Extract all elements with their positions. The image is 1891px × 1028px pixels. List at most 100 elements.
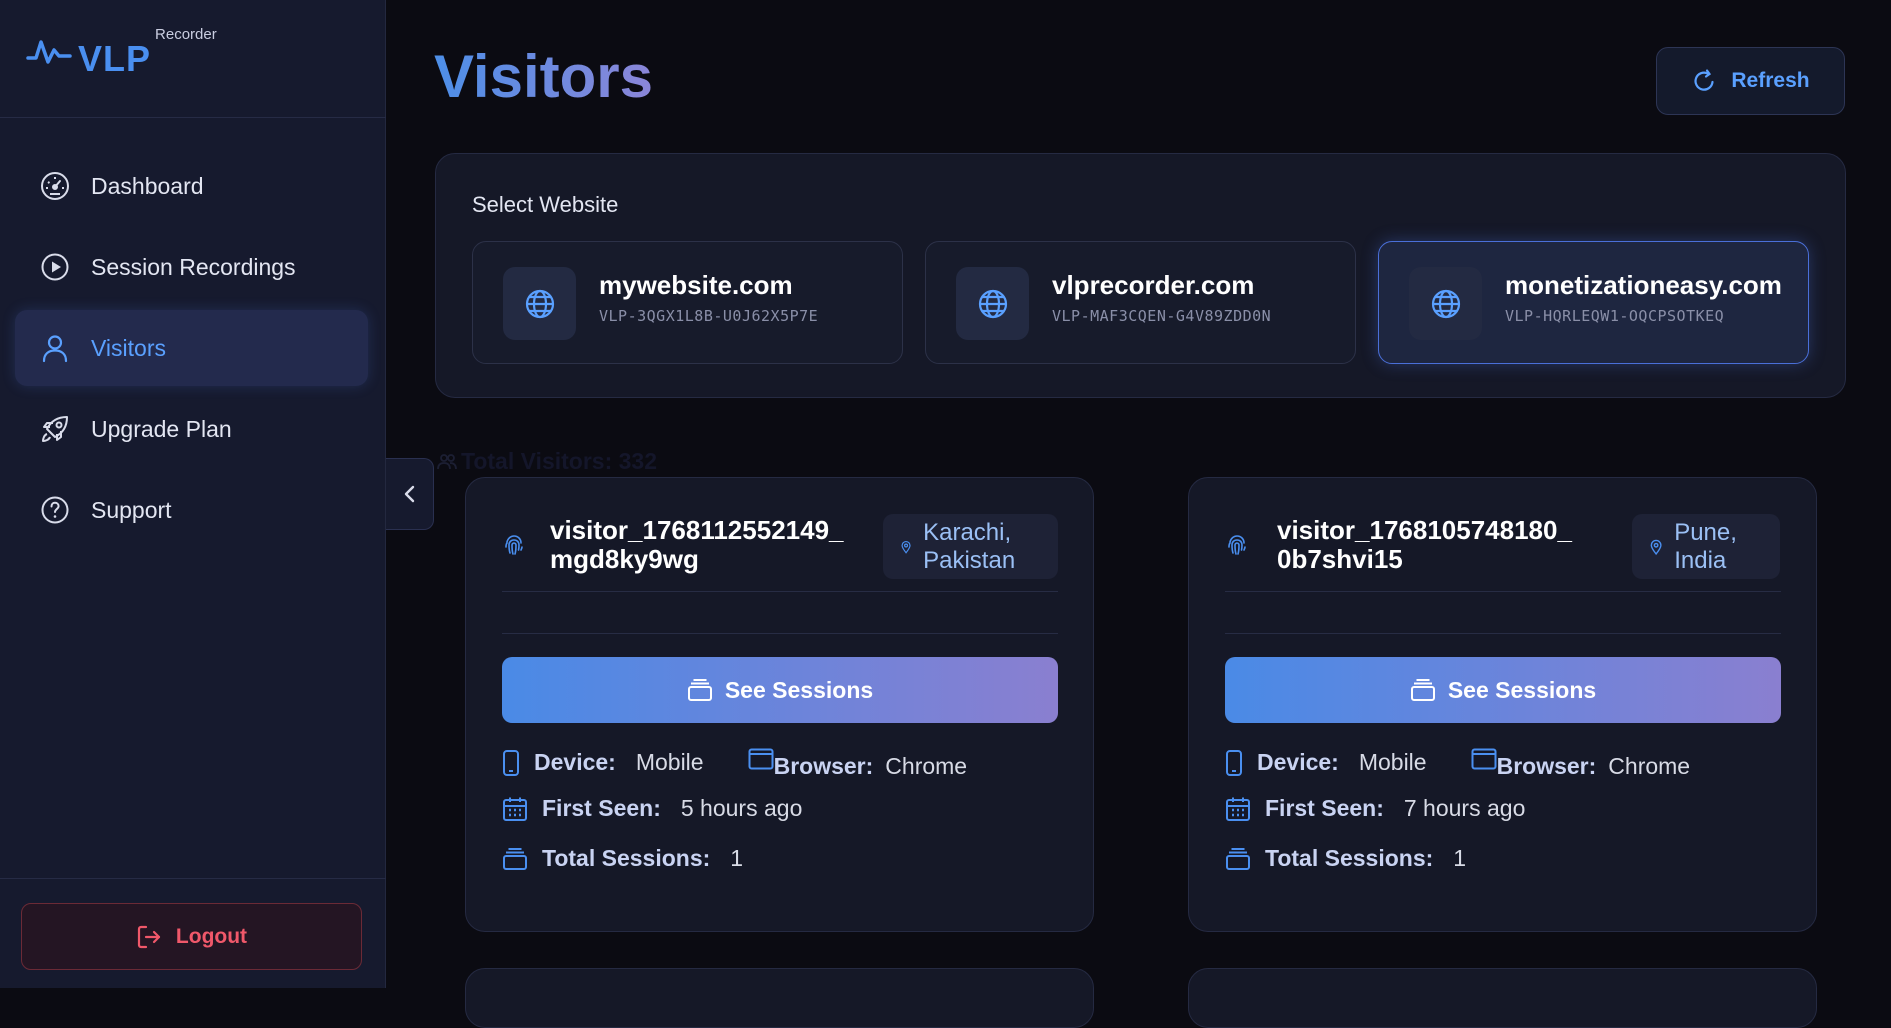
map-pin-icon [1650, 539, 1662, 555]
browser-label: Browser: [773, 753, 874, 779]
map-pin-icon [901, 540, 911, 554]
first-seen-label: First Seen: [1265, 795, 1384, 821]
fingerprint-icon [505, 535, 523, 555]
chevron-left-icon [404, 485, 414, 503]
location-badge: Karachi, Pakistan [883, 514, 1058, 579]
fingerprint-icon [1228, 535, 1246, 555]
first-seen-value: 5 hours ago [680, 795, 803, 821]
rocket-icon [39, 413, 71, 445]
location-badge: Pune, India [1632, 514, 1780, 579]
smartphone-icon [1226, 749, 1242, 776]
visitor-card: visitor_1768105748180_0b7shvi15 Pune, In… [1188, 477, 1817, 932]
calendar-icon [503, 797, 527, 821]
sidebar-item-label: Upgrade Plan [91, 415, 232, 442]
logo-subtitle: Recorder [155, 26, 217, 43]
sidebar-item-support[interactable]: Support [15, 472, 368, 548]
sidebar-item-dashboard[interactable]: Dashboard [15, 148, 368, 224]
total-sessions-row: Total Sessions: 1 [1225, 845, 1466, 872]
website-card-selected[interactable]: monetizationeasy.com VLP-HQRLEQW1-OQCPSO… [1378, 241, 1809, 364]
website-card[interactable]: mywebsite.com VLP-3QGX1L8B-U0J62X5P7E [472, 241, 903, 364]
first-seen-label: First Seen: [542, 795, 661, 821]
refresh-label: Refresh [1731, 69, 1810, 92]
calendar-icon [1226, 797, 1250, 821]
first-seen-row: First Seen: 5 hours ago [502, 795, 802, 822]
collapse-sidebar-button[interactable] [386, 458, 434, 530]
logout-button[interactable]: Logout [21, 903, 362, 970]
website-key: VLP-3QGX1L8B-U0J62X5P7E [599, 307, 819, 325]
total-sessions-value: 1 [730, 845, 744, 871]
refresh-button[interactable]: Refresh [1656, 47, 1845, 115]
layers-icon [1226, 847, 1250, 870]
browser-value: Chrome [885, 753, 968, 779]
visitor-card: visitor_1768112552149_mgd8ky9wg Karachi,… [465, 477, 1094, 932]
browser-window-icon [748, 748, 774, 769]
help-circle-icon [39, 494, 71, 526]
total-sessions-value: 1 [1453, 845, 1467, 871]
location-text: Pune, India [1674, 518, 1737, 574]
sidebar: VLP Recorder Dashboard Session Recording… [0, 0, 386, 988]
device-browser-row: Device: Mobile Browser: Chrome [502, 745, 967, 780]
device-browser-row: Device: Mobile Browser: Chrome [1225, 745, 1690, 780]
device-value: Mobile [635, 749, 704, 775]
app-logo[interactable]: VLP Recorder [26, 26, 217, 79]
layers-icon [687, 679, 712, 701]
browser-label: Browser: [1496, 753, 1597, 779]
see-sessions-label: See Sessions [724, 676, 874, 703]
browser-window-icon [1471, 748, 1497, 769]
total-sessions-row: Total Sessions: 1 [502, 845, 743, 872]
website-key: VLP-HQRLEQW1-OQCPSOTKEQ [1505, 307, 1725, 325]
device-label: Device: [1257, 749, 1339, 775]
sidebar-item-label: Visitors [91, 334, 166, 361]
see-sessions-button[interactable]: See Sessions [1225, 657, 1781, 723]
play-circle-icon [39, 251, 71, 283]
first-seen-value: 7 hours ago [1403, 795, 1526, 821]
smartphone-icon [503, 749, 519, 776]
card-divider [502, 591, 1058, 592]
see-sessions-button[interactable]: See Sessions [502, 657, 1058, 723]
website-selector-label: Select Website [472, 192, 619, 217]
visitor-card [1188, 968, 1817, 1028]
first-seen-row: First Seen: 7 hours ago [1225, 795, 1525, 822]
see-sessions-label: See Sessions [1447, 676, 1597, 703]
logout-icon [137, 925, 161, 948]
browser-value: Chrome [1608, 753, 1691, 779]
total-visitors-text: Total Visitors: 332 [461, 448, 657, 474]
logo-text: VLP [78, 38, 152, 79]
website-name: vlprecorder.com [1052, 270, 1255, 300]
website-key: VLP-MAF3CQEN-G4V89ZDD0N [1052, 307, 1272, 325]
total-sessions-label: Total Sessions: [1265, 845, 1434, 871]
website-selector: Select Website mywebsite.com VLP-3QGX1L8… [435, 153, 1846, 398]
layers-icon [503, 847, 527, 870]
sidebar-divider [0, 878, 386, 879]
logout-label: Logout [175, 924, 248, 948]
sidebar-item-label: Support [91, 496, 172, 523]
visitor-id[interactable]: visitor_1768112552149_mgd8ky9wg [550, 516, 850, 574]
sidebar-item-label: Session Recordings [91, 253, 296, 280]
sidebar-item-visitors[interactable]: Visitors [15, 310, 368, 386]
sidebar-item-session-recordings[interactable]: Session Recordings [15, 229, 368, 305]
card-divider [1225, 633, 1781, 634]
website-card[interactable]: vlprecorder.com VLP-MAF3CQEN-G4V89ZDD0N [925, 241, 1356, 364]
page-title: Visitors [434, 43, 653, 110]
sidebar-item-upgrade-plan[interactable]: Upgrade Plan [15, 391, 368, 467]
card-divider [502, 633, 1058, 634]
sidebar-divider [0, 117, 386, 118]
total-visitors-count: Total Visitors: 332 [437, 448, 657, 475]
globe-icon [1409, 267, 1482, 340]
location-text: Karachi, Pakistan [923, 518, 1016, 574]
pulse-icon [26, 40, 72, 64]
visitor-card [465, 968, 1094, 1028]
users-icon [437, 453, 457, 469]
globe-icon [956, 267, 1029, 340]
website-name: mywebsite.com [599, 270, 793, 300]
device-label: Device: [534, 749, 616, 775]
device-value: Mobile [1358, 749, 1427, 775]
gauge-icon [39, 170, 71, 202]
sidebar-nav: Dashboard Session Recordings Visitors Up… [15, 148, 368, 553]
visitor-id[interactable]: visitor_1768105748180_0b7shvi15 [1277, 516, 1577, 574]
website-name: monetizationeasy.com [1505, 270, 1782, 300]
sidebar-item-label: Dashboard [91, 172, 204, 199]
layers-icon [1410, 679, 1435, 701]
total-sessions-label: Total Sessions: [542, 845, 711, 871]
refresh-icon [1694, 69, 1714, 91]
